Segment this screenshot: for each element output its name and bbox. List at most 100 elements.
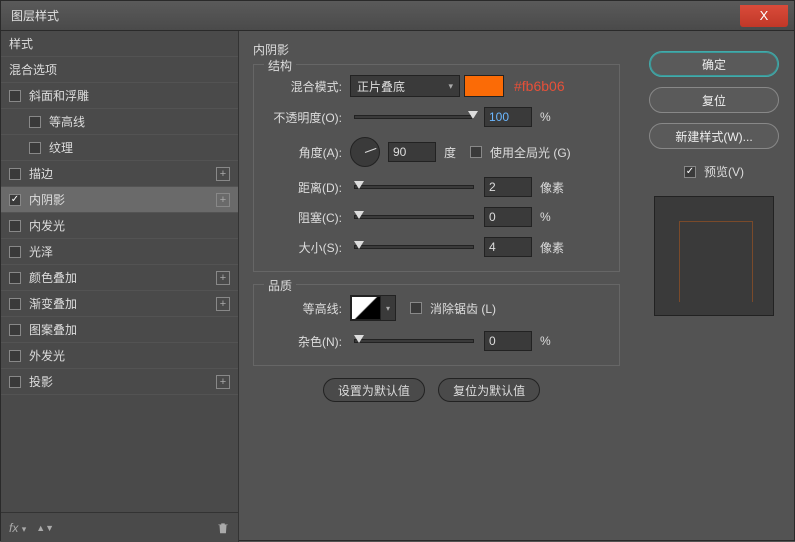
noise-slider[interactable]	[354, 339, 474, 343]
ok-button[interactable]: 确定	[649, 51, 779, 77]
blend-mode-select[interactable]: 正片叠底 ▾	[350, 75, 460, 97]
sidebar-item-outer-glow[interactable]: 外发光	[1, 343, 238, 369]
opacity-label: 不透明度(O):	[266, 109, 342, 126]
main-panel: 内阴影 结构 混合模式: 正片叠底 ▾ #fb6b06 不透明度(O): 100	[239, 31, 634, 542]
checkbox-icon[interactable]	[9, 220, 21, 232]
sidebar-item-stroke[interactable]: 描边 +	[1, 161, 238, 187]
sidebar-item-inner-glow[interactable]: 内发光	[1, 213, 238, 239]
plus-icon[interactable]: +	[216, 271, 230, 285]
panel-title: 内阴影	[253, 41, 620, 58]
sidebar-item-label: 颜色叠加	[29, 269, 77, 286]
sidebar-item-label: 渐变叠加	[29, 295, 77, 312]
preview-label: 预览(V)	[704, 163, 744, 180]
size-unit: 像素	[540, 239, 564, 256]
titlebar: 图层样式 X	[1, 1, 794, 31]
angle-unit: 度	[444, 144, 456, 161]
size-slider[interactable]	[354, 245, 474, 249]
sidebar-item-label: 外发光	[29, 347, 65, 364]
sidebar-item-texture[interactable]: 纹理	[1, 135, 238, 161]
checkbox-icon[interactable]	[9, 246, 21, 258]
fx-menu-button[interactable]: fx ▾	[9, 521, 26, 535]
make-default-button[interactable]: 设置为默认值	[323, 378, 425, 402]
global-light-label: 使用全局光 (G)	[490, 144, 571, 161]
sidebar-footer: fx ▾ ▲▼	[1, 512, 238, 542]
checkbox-icon[interactable]	[9, 298, 21, 310]
preview-toggle[interactable]: 预览(V)	[684, 163, 744, 180]
distance-input[interactable]: 2	[484, 177, 532, 197]
cancel-button[interactable]: 复位	[649, 87, 779, 113]
size-input[interactable]: 4	[484, 237, 532, 257]
trash-icon[interactable]	[216, 521, 230, 535]
sidebar-item-label: 图案叠加	[29, 321, 77, 338]
right-panel: 确定 复位 新建样式(W)... 预览(V)	[634, 31, 794, 542]
chevron-down-icon: ▾	[22, 524, 27, 534]
checkbox-icon[interactable]	[9, 376, 21, 388]
sidebar-item-label: 光泽	[29, 243, 53, 260]
plus-icon[interactable]: +	[216, 297, 230, 311]
sidebar-item-gradient-overlay[interactable]: 渐变叠加 +	[1, 291, 238, 317]
opacity-unit: %	[540, 110, 551, 124]
sidebar-item-contour[interactable]: 等高线	[1, 109, 238, 135]
choke-slider[interactable]	[354, 215, 474, 219]
sidebar-styles-label: 样式	[9, 35, 33, 52]
checkbox-icon[interactable]	[9, 324, 21, 336]
chevron-down-icon: ▾	[448, 81, 453, 92]
contour-picker[interactable]: ▾	[350, 295, 396, 321]
sidebar-item-inner-shadow[interactable]: 内阴影 +	[1, 187, 238, 213]
reset-default-button[interactable]: 复位为默认值	[438, 378, 540, 402]
sidebar-item-label: 等高线	[49, 113, 85, 130]
checkbox-icon[interactable]	[9, 194, 21, 206]
plus-icon[interactable]: +	[216, 375, 230, 389]
angle-input[interactable]: 90	[388, 142, 436, 162]
antialias-checkbox[interactable]	[410, 302, 422, 314]
checkbox-icon[interactable]	[29, 142, 41, 154]
sidebar-item-satin[interactable]: 光泽	[1, 239, 238, 265]
noise-unit: %	[540, 334, 551, 348]
checkbox-icon	[684, 166, 696, 178]
color-swatch[interactable]	[464, 75, 504, 97]
contour-label: 等高线:	[266, 300, 342, 317]
choke-input[interactable]: 0	[484, 207, 532, 227]
blend-mode-label: 混合模式:	[266, 78, 342, 95]
structure-legend: 结构	[264, 57, 296, 74]
sidebar-item-pattern-overlay[interactable]: 图案叠加	[1, 317, 238, 343]
sidebar-styles-header[interactable]: 样式	[1, 31, 238, 57]
sidebar-blending-header[interactable]: 混合选项	[1, 57, 238, 83]
noise-input[interactable]: 0	[484, 331, 532, 351]
structure-fieldset: 结构 混合模式: 正片叠底 ▾ #fb6b06 不透明度(O): 100 %	[253, 64, 620, 272]
window-title: 图层样式	[11, 7, 59, 24]
sidebar-item-label: 纹理	[49, 139, 73, 156]
preview-box	[654, 196, 774, 316]
quality-fieldset: 品质 等高线: ▾ 消除锯齿 (L) 杂色(N): 0 %	[253, 284, 620, 366]
plus-icon[interactable]: +	[216, 193, 230, 207]
blend-mode-value: 正片叠底	[357, 78, 405, 95]
plus-icon[interactable]: +	[216, 167, 230, 181]
checkbox-icon[interactable]	[9, 350, 21, 362]
sidebar-item-label: 内阴影	[29, 191, 65, 208]
checkbox-icon[interactable]	[9, 90, 21, 102]
updown-icon[interactable]: ▲▼	[36, 523, 54, 533]
checkbox-icon[interactable]	[9, 272, 21, 284]
sidebar-item-label: 描边	[29, 165, 53, 182]
sidebar-blending-label: 混合选项	[9, 61, 57, 78]
close-button[interactable]: X	[740, 5, 788, 27]
angle-dial[interactable]	[350, 137, 380, 167]
sidebar-item-label: 斜面和浮雕	[29, 87, 89, 104]
sidebar-item-bevel[interactable]: 斜面和浮雕	[1, 83, 238, 109]
choke-label: 阻塞(C):	[266, 209, 342, 226]
distance-unit: 像素	[540, 179, 564, 196]
opacity-slider[interactable]	[354, 115, 474, 119]
new-style-button[interactable]: 新建样式(W)...	[649, 123, 779, 149]
opacity-input[interactable]: 100	[484, 107, 532, 127]
contour-thumbnail	[351, 296, 381, 320]
global-light-checkbox[interactable]	[470, 146, 482, 158]
sidebar-item-color-overlay[interactable]: 颜色叠加 +	[1, 265, 238, 291]
sidebar: 样式 混合选项 斜面和浮雕 等高线 纹理 描边 +	[1, 31, 239, 542]
checkbox-icon[interactable]	[29, 116, 41, 128]
checkbox-icon[interactable]	[9, 168, 21, 180]
distance-slider[interactable]	[354, 185, 474, 189]
chevron-down-icon[interactable]: ▾	[381, 296, 395, 320]
sidebar-item-label: 内发光	[29, 217, 65, 234]
quality-legend: 品质	[264, 277, 296, 294]
sidebar-item-drop-shadow[interactable]: 投影 +	[1, 369, 238, 395]
